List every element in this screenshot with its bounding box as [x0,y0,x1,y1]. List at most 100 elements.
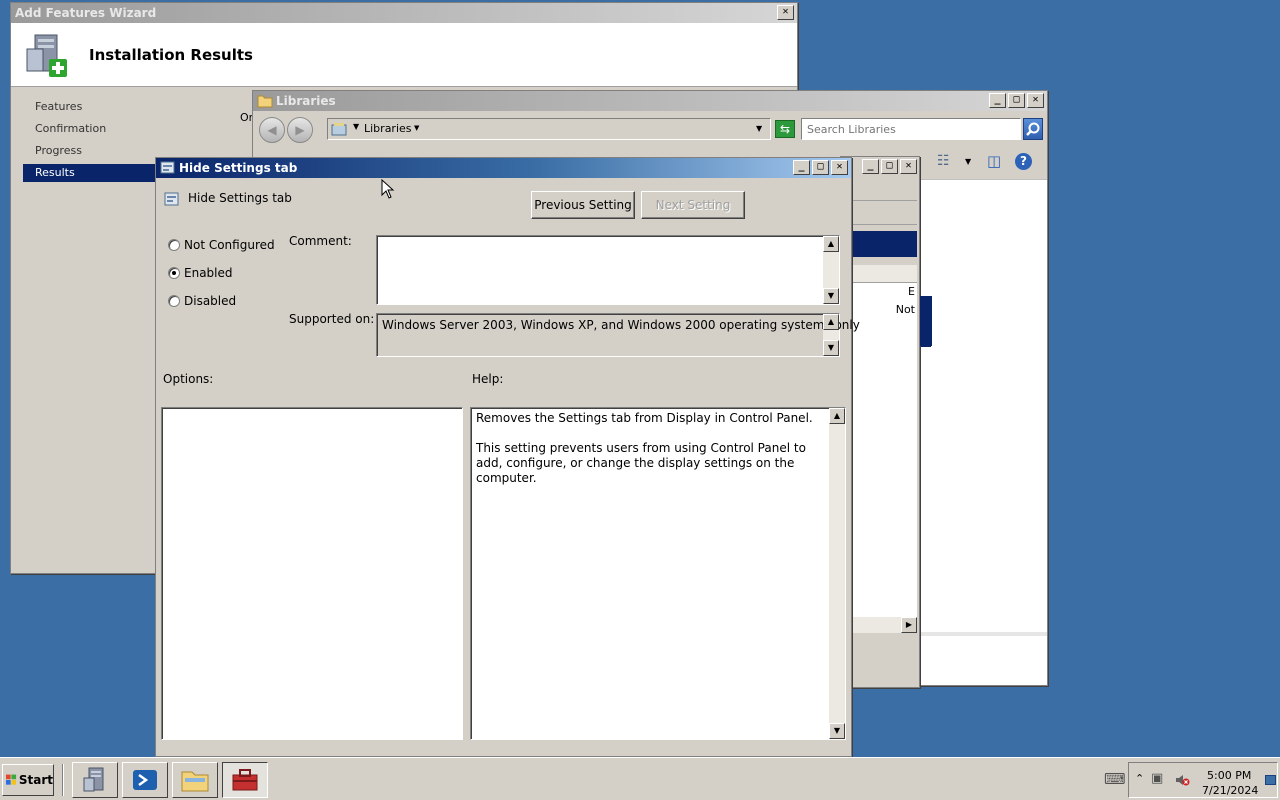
console-scroll-right[interactable]: ▶ [901,617,917,633]
network-icon[interactable]: ▣ [1151,771,1163,786]
libraries-view-toolbar: ☷ ▼ ◫ ? [921,151,1047,175]
back-button[interactable]: ◀ [259,117,285,143]
address-separator-icon: ▼ [353,122,360,131]
supported-scroll-down[interactable]: ▼ [823,340,839,356]
console-column-e: E [908,285,915,298]
windows-logo-icon [6,774,17,785]
console-hscroll[interactable]: ▶ [841,617,917,633]
policy-title: Hide Settings tab [179,161,298,175]
help-scroll-up[interactable]: ▲ [829,408,845,424]
help-scroll-down[interactable]: ▼ [829,723,845,739]
taskbar-powershell-button[interactable] [122,762,168,798]
console-selected-band [841,231,917,257]
supported-scrollbar[interactable]: ▲ ▼ [823,314,839,356]
search-icon [1026,122,1040,136]
view-options-icon[interactable]: ☷ [937,153,950,169]
supported-on-value: Windows Server 2003, Windows XP, and Win… [382,318,860,332]
wizard-nav-confirmation[interactable]: Confirmation [23,120,165,138]
help-line-1: Removes the Settings tab from Display in… [476,411,813,425]
console-minimize-button[interactable]: _ [862,159,879,174]
preview-pane-icon[interactable]: ◫ [987,152,1001,170]
view-dropdown-icon[interactable]: ▼ [965,157,971,166]
next-setting-button[interactable]: Next Setting [641,191,745,219]
hide-settings-tab-dialog[interactable]: Hide Settings tab _ □ ✕ Hide Settings ta… [155,157,860,757]
policy-close-button[interactable]: ✕ [831,160,848,175]
taskbar: Start ⌨ ⌃ ▣ 5:00 PM 7/21/2024 [0,757,1280,800]
libraries-maximize-button[interactable]: □ [1008,93,1025,108]
wizard-title: Add Features Wizard [15,6,157,20]
crumb-dropdown-icon[interactable]: ▼ [414,124,419,132]
policy-icon [160,161,175,174]
wizard-nav-results[interactable]: Results [23,164,165,182]
refresh-button[interactable]: ⇆ [775,120,795,138]
show-desktop-icon[interactable] [1265,775,1276,785]
libraries-bottom-divider [921,632,1047,636]
search-libraries-input[interactable] [801,118,1021,140]
console-toolbar-row [841,181,917,201]
clock-time[interactable]: 5:00 PM [1207,769,1251,782]
toolbox-icon [232,769,258,791]
libraries-icon [331,123,347,136]
radio-not-configured-label[interactable]: Not Configured [184,238,275,252]
server-add-icon [26,34,67,77]
comment-textarea[interactable]: ▲ ▼ [376,235,840,305]
wizard-titlebar[interactable]: Add Features Wizard ✕ [11,3,797,23]
console-maximize-button[interactable]: □ [881,159,898,174]
volume-muted-icon[interactable] [1174,772,1190,788]
forward-button[interactable]: ▶ [287,117,313,143]
background-console-window[interactable]: _ □ ✕ E Not ▶ [840,156,931,688]
start-label: Start [18,773,53,787]
taskbar-server-manager-button[interactable] [72,762,118,798]
libraries-content [921,179,1047,685]
libraries-minimize-button[interactable]: _ [989,93,1006,108]
help-icon[interactable]: ? [1015,153,1032,170]
radio-enabled[interactable] [168,267,180,279]
console-cell-not: Not [895,303,915,316]
wizard-nav-features[interactable]: Features [23,98,165,116]
wizard-heading: Installation Results [89,46,253,64]
help-text: Removes the Settings tab from Display in… [476,411,818,486]
setting-icon [164,192,179,206]
radio-not-configured[interactable] [168,239,180,251]
show-hidden-icons-icon[interactable]: ⌃ [1135,772,1144,785]
mouse-cursor-icon [381,179,395,199]
address-crumb[interactable]: Libraries [364,122,412,135]
wizard-close-button[interactable]: ✕ [777,5,794,20]
console-close-button[interactable]: ✕ [900,159,917,174]
radio-disabled[interactable] [168,295,180,307]
search-button[interactable] [1023,118,1043,140]
options-pane [161,407,463,740]
powershell-icon [133,770,157,790]
policy-maximize-button[interactable]: □ [812,160,829,175]
libraries-close-button[interactable]: ✕ [1027,93,1044,108]
address-dropdown-icon[interactable]: ▼ [756,124,762,133]
policy-titlebar[interactable]: Hide Settings tab _ □ ✕ [156,158,851,178]
explorer-folder-icon [181,771,209,792]
supported-on-label: Supported on: [289,312,375,326]
help-label: Help: [472,372,504,386]
address-bar[interactable]: ▼ Libraries ▼ ▼ [327,118,771,140]
supported-scroll-up[interactable]: ▲ [823,314,839,330]
help-scrollbar[interactable]: ▲ ▼ [829,408,845,739]
taskbar-toolbox-button[interactable] [222,762,268,798]
help-pane: Removes the Settings tab from Display in… [470,407,846,740]
policy-minimize-button[interactable]: _ [793,160,810,175]
libraries-titlebar[interactable]: Libraries _ □ ✕ [253,91,1047,111]
radio-disabled-label[interactable]: Disabled [184,294,236,308]
previous-setting-button[interactable]: Previous Setting [531,191,635,219]
radio-enabled-label[interactable]: Enabled [184,266,233,280]
start-button[interactable]: Start [2,764,54,796]
options-label: Options: [163,372,214,386]
folder-icon [257,95,273,108]
taskbar-explorer-button[interactable] [172,762,218,798]
comment-scrollbar[interactable]: ▲ ▼ [823,236,839,304]
supported-on-field: Windows Server 2003, Windows XP, and Win… [376,313,860,357]
setting-name: Hide Settings tab [188,191,292,205]
comment-scroll-up[interactable]: ▲ [823,236,839,252]
wizard-nav-progress[interactable]: Progress [23,142,165,160]
keyboard-icon[interactable]: ⌨ [1104,770,1126,788]
help-line-2: This setting prevents users from using C… [476,441,806,485]
comment-scroll-down[interactable]: ▼ [823,288,839,304]
clock-date[interactable]: 7/21/2024 [1202,784,1258,797]
server-manager-icon [83,767,104,792]
